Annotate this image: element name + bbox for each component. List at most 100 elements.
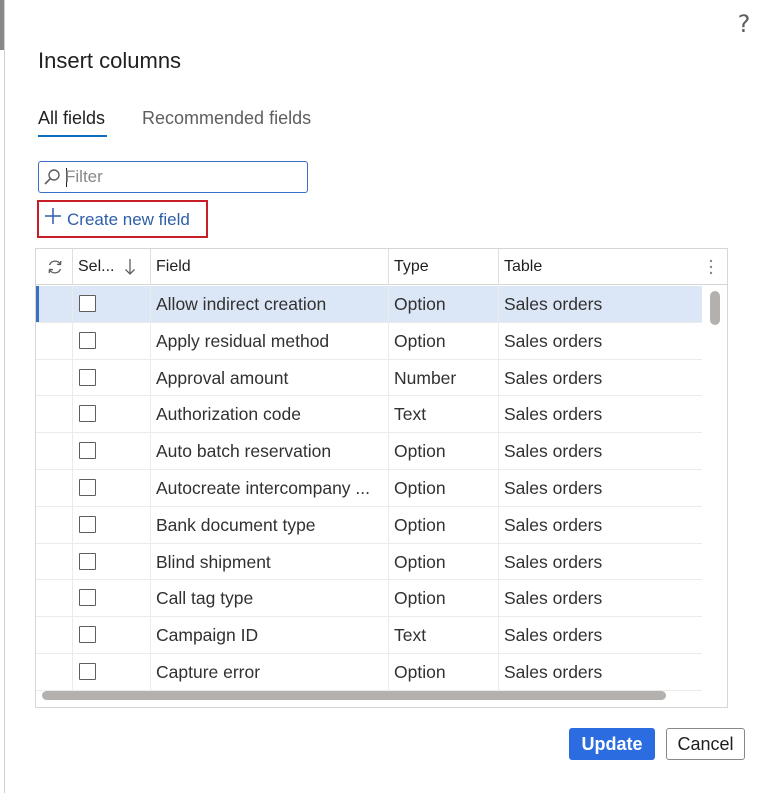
type-cell: Option bbox=[394, 662, 446, 682]
table-row[interactable]: Allow indirect creation Option Sales order… bbox=[36, 286, 702, 323]
cell-divider bbox=[498, 543, 499, 580]
field-cell: Autocreate intercompany ... bbox=[156, 478, 370, 498]
cell-divider bbox=[150, 359, 151, 396]
row-checkbox[interactable] bbox=[79, 405, 96, 423]
cell-divider bbox=[388, 506, 389, 543]
row-checkbox[interactable] bbox=[79, 479, 96, 496]
table-cell: Sales orders bbox=[504, 514, 603, 535]
cell-divider bbox=[72, 543, 73, 580]
cell-divider bbox=[150, 543, 151, 580]
table-cell: Sales orders bbox=[504, 441, 603, 462]
table-row[interactable]: Campaign ID Text Sales orders bbox=[36, 617, 702, 654]
column-divider bbox=[498, 249, 499, 285]
row-checkbox[interactable] bbox=[79, 442, 96, 460]
vertical-scrollbar[interactable] bbox=[710, 291, 720, 325]
filter-field[interactable] bbox=[38, 161, 308, 193]
type-cell: Option bbox=[394, 478, 446, 498]
type-cell: Option bbox=[394, 294, 446, 314]
column-header-field[interactable]: Field bbox=[156, 249, 191, 285]
selected-row-indicator bbox=[36, 286, 39, 322]
cell-divider bbox=[388, 654, 389, 690]
horizontal-scrollbar[interactable] bbox=[42, 691, 666, 700]
field-cell: Blind shipment bbox=[156, 551, 271, 572]
table-cell: Sales orders bbox=[504, 588, 603, 609]
tab-all-fields[interactable]: All fields bbox=[38, 108, 105, 129]
row-checkbox[interactable] bbox=[79, 552, 96, 570]
row-checkbox[interactable] bbox=[79, 626, 96, 644]
field-cell: Auto batch reservation bbox=[156, 441, 332, 462]
column-header-table[interactable]: Table bbox=[504, 249, 542, 285]
column-header-type[interactable]: Type bbox=[394, 249, 429, 285]
table-cell: Sales orders bbox=[504, 330, 603, 351]
cell-divider bbox=[72, 506, 73, 543]
cell-divider bbox=[388, 359, 389, 396]
create-new-field-link[interactable]: Create new field bbox=[37, 200, 208, 238]
filter-input[interactable] bbox=[65, 166, 303, 188]
row-checkbox[interactable] bbox=[79, 589, 96, 607]
type-cell: Number bbox=[394, 367, 457, 388]
table-cell: Sales orders bbox=[504, 625, 603, 646]
table-row[interactable]: Auto batch reservation Option Sales orders bbox=[36, 433, 702, 470]
cell-divider bbox=[388, 543, 389, 580]
active-tab-indicator bbox=[38, 135, 107, 137]
table-row[interactable]: Approval amount Number Sales orders bbox=[36, 359, 702, 397]
cell-divider bbox=[150, 396, 151, 433]
row-checkbox[interactable] bbox=[79, 663, 96, 680]
cell-divider bbox=[498, 654, 499, 690]
field-cell: Allow indirect creation bbox=[156, 294, 327, 314]
row-checkbox[interactable] bbox=[79, 331, 96, 349]
field-cell: Campaign ID bbox=[156, 625, 259, 646]
help-icon[interactable]: ? bbox=[733, 10, 755, 38]
cancel-button[interactable]: Cancel bbox=[666, 728, 745, 760]
field-cell: Bank document type bbox=[156, 514, 316, 535]
cell-divider bbox=[150, 286, 151, 322]
cell-divider bbox=[72, 433, 73, 469]
refresh-icon[interactable] bbox=[46, 258, 64, 276]
row-checkbox[interactable] bbox=[79, 295, 96, 312]
cell-divider bbox=[388, 470, 389, 506]
cell-divider bbox=[498, 617, 499, 653]
row-checkbox[interactable] bbox=[79, 368, 96, 386]
type-cell: Option bbox=[394, 551, 446, 572]
type-cell: Option bbox=[394, 588, 446, 609]
cell-divider bbox=[498, 433, 499, 469]
table-row[interactable]: Apply residual method Option Sales orders bbox=[36, 322, 702, 360]
update-button[interactable]: Update bbox=[569, 728, 655, 760]
cell-divider bbox=[388, 580, 389, 617]
cell-divider bbox=[388, 396, 389, 433]
table-row[interactable]: Authorization code Text Sales orders bbox=[36, 396, 702, 434]
cell-divider bbox=[498, 322, 499, 359]
type-cell: Option bbox=[394, 441, 446, 462]
type-cell: Option bbox=[394, 514, 446, 535]
cell-divider bbox=[72, 396, 73, 433]
type-cell: Text bbox=[394, 404, 427, 425]
row-checkbox[interactable] bbox=[79, 515, 96, 533]
table-row[interactable]: Bank document type Option Sales orders bbox=[36, 506, 702, 544]
column-header-selected[interactable]: Sel... bbox=[78, 249, 114, 285]
table-cell: Sales orders bbox=[504, 478, 603, 498]
cell-divider bbox=[498, 580, 499, 617]
table-row[interactable]: Call tag type Option Sales orders bbox=[36, 580, 702, 618]
type-cell: Text bbox=[394, 625, 427, 646]
field-cell: Capture error bbox=[156, 662, 261, 682]
more-vertical-icon[interactable] bbox=[708, 259, 714, 275]
grid-header: Sel... Field Type Table bbox=[36, 249, 727, 285]
arrow-down-icon[interactable] bbox=[124, 257, 136, 277]
cell-divider bbox=[388, 322, 389, 359]
table-row[interactable]: Blind shipment Option Sales orders bbox=[36, 543, 702, 581]
dialog-title: Insert columns bbox=[38, 48, 182, 73]
table-row[interactable]: Capture error Option Sales orders bbox=[36, 654, 702, 691]
cell-divider bbox=[498, 359, 499, 396]
cell-divider bbox=[498, 396, 499, 433]
cell-divider bbox=[150, 322, 151, 359]
cell-divider bbox=[150, 470, 151, 506]
search-icon bbox=[44, 169, 60, 185]
table-cell: Sales orders bbox=[504, 404, 603, 425]
table-row[interactable]: Autocreate intercompany ... Option Sales o… bbox=[36, 470, 702, 507]
cell-divider bbox=[150, 654, 151, 690]
cell-divider bbox=[72, 580, 73, 617]
tab-recommended-fields[interactable]: Recommended fields bbox=[142, 108, 311, 129]
cell-divider bbox=[388, 433, 389, 469]
field-cell: Approval amount bbox=[156, 367, 289, 388]
cell-divider bbox=[72, 470, 73, 506]
